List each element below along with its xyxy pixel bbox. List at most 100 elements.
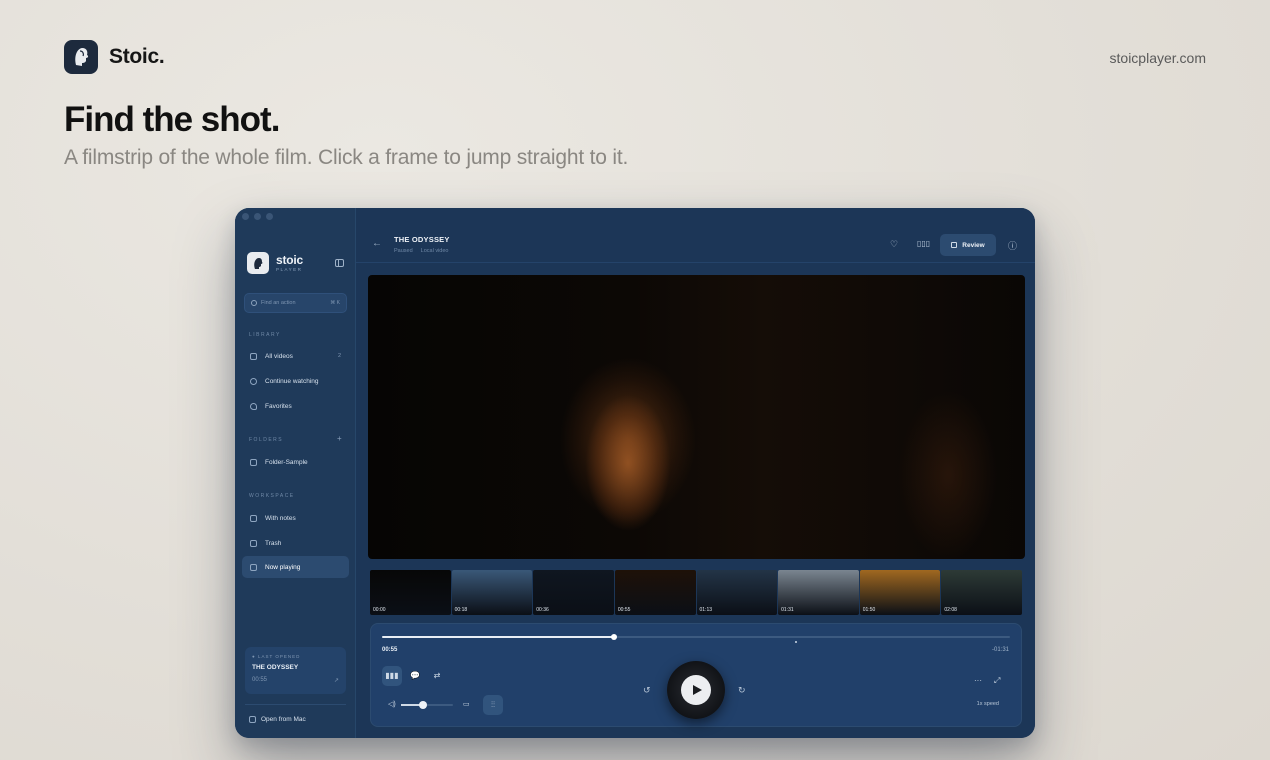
sidebar-item-label: Folder-Sample	[265, 458, 308, 466]
volume-icon[interactable]: ◁)	[388, 701, 396, 708]
heart-icon	[250, 402, 257, 410]
sidebar-item-label: All videos	[265, 352, 293, 360]
back-arrow-icon[interactable]: ←	[372, 238, 382, 249]
columns-icon: ▮▮▮	[385, 671, 399, 680]
loop-button[interactable]: ⇄	[427, 666, 447, 686]
open-folder-icon	[249, 716, 256, 723]
sidebar: stoic PLAYER Find an action ⌘ K LIBRARY …	[235, 208, 356, 738]
arrow-up-right-icon[interactable]: ↗	[334, 677, 339, 684]
app-logo-icon	[247, 252, 269, 274]
page-subtitle: A filmstrip of the whole film. Click a f…	[64, 146, 629, 169]
rewind-icon[interactable]: ↺	[643, 685, 651, 696]
minimize-dot[interactable]	[254, 213, 261, 220]
forward-icon[interactable]: ↻	[738, 685, 746, 696]
app-title: stoic	[276, 252, 304, 267]
sidebar-item-continue-watching[interactable]: Continue watching	[242, 370, 349, 392]
search-placeholder: Find an action	[261, 300, 296, 306]
filmstrip-frame[interactable]: 02:08	[941, 570, 1022, 615]
open-from-mac-button[interactable]: Open from Mac	[249, 716, 306, 723]
volume-slider[interactable]	[401, 701, 453, 709]
play-icon	[692, 685, 702, 695]
sidebar-item-with-notes[interactable]: With notes	[242, 507, 349, 529]
note-marker[interactable]	[795, 641, 797, 643]
maximize-dot[interactable]	[266, 213, 273, 220]
stoic-logo-icon	[64, 40, 98, 74]
main-area: ← THE ODYSSEY Paused Local video ♡ ▯▯▯ R…	[356, 208, 1035, 738]
section-workspace: WORKSPACE	[249, 493, 295, 499]
sliders-icon: ⫶⫶	[491, 700, 495, 709]
edit-icon	[951, 242, 958, 248]
filmstrip: 00:00 00:18 00:36 00:55 01:13 01:31 01:50 02:08	[370, 570, 1022, 615]
filmstrip-frame[interactable]: 00:55	[614, 570, 696, 615]
window-controls	[242, 213, 273, 220]
filmstrip-frame[interactable]: 01:31	[778, 570, 859, 615]
fullscreen-icon[interactable]: ⤢	[994, 677, 1000, 685]
search-input[interactable]: Find an action ⌘ K	[244, 293, 347, 313]
section-folders: FOLDERS	[249, 437, 284, 443]
close-dot[interactable]	[242, 213, 249, 220]
add-folder-icon[interactable]: +	[337, 434, 342, 443]
more-icon[interactable]: ···	[974, 677, 982, 685]
frame-time: 00:00	[373, 607, 386, 613]
video-meta: Paused Local video	[394, 248, 448, 254]
play-dial[interactable]	[667, 661, 725, 719]
filmstrip-frame[interactable]: 01:13	[696, 570, 778, 615]
sidebar-item-now-playing[interactable]: Now playing	[242, 556, 349, 578]
app-brand: stoic PLAYER	[247, 252, 303, 274]
sidebar-item-favorites[interactable]: Favorites	[242, 395, 349, 417]
video-frame-figure	[563, 383, 693, 559]
trash-icon	[250, 539, 257, 547]
search-icon	[251, 300, 257, 306]
progress-fill	[382, 636, 615, 638]
play-square-icon	[250, 563, 257, 571]
open-from-label: Open from Mac	[261, 716, 306, 723]
grid-icon	[250, 352, 257, 360]
sidebar-item-all-videos[interactable]: All videos 2	[242, 345, 349, 367]
speed-label[interactable]: 1x speed	[977, 701, 999, 707]
stats-icon[interactable]: ▯▯▯	[917, 239, 930, 248]
page-title: Find the shot.	[64, 100, 280, 139]
filmstrip-frame[interactable]: 00:18	[451, 570, 533, 615]
brand: Stoic.	[64, 40, 165, 74]
sidebar-item-label: With notes	[265, 514, 296, 522]
sidebar-divider	[245, 704, 346, 705]
frame-time: 01:31	[781, 607, 794, 613]
filmstrip-frame[interactable]: 01:50	[859, 570, 941, 615]
last-opened-tag: ● LAST OPENED	[252, 654, 301, 659]
sidebar-item-count: 2	[337, 353, 341, 359]
speech-bubble-icon: 💬	[410, 671, 420, 680]
play-button[interactable]	[681, 675, 711, 705]
subtitles-button[interactable]: 💬	[405, 666, 425, 686]
frame-time: 00:55	[617, 607, 631, 613]
video-title: THE ODYSSEY	[394, 235, 450, 244]
sidebar-toggle-icon[interactable]	[335, 259, 344, 267]
last-opened-time: 00:55 ↗	[252, 677, 339, 684]
filmstrip-toggle-button[interactable]: ▮▮▮	[382, 666, 402, 686]
player-controls: 00:55 -01:31 ▮▮▮ 💬 ⇄ ◁) ▭ ⫶⫶ ↺ ↻ ··· ⤢ 1…	[370, 623, 1022, 727]
current-time: 00:55	[382, 647, 398, 653]
video-topbar: ← THE ODYSSEY Paused Local video ♡ ▯▯▯ R…	[356, 208, 1035, 263]
filmstrip-frame[interactable]: 00:00	[370, 570, 451, 615]
review-button[interactable]: Review	[940, 234, 996, 256]
sidebar-item-trash[interactable]: Trash	[242, 532, 349, 554]
frame-time: 02:08	[944, 607, 957, 613]
equalizer-button[interactable]: ⫶⫶	[483, 695, 503, 715]
app-window: stoic PLAYER Find an action ⌘ K LIBRARY …	[235, 208, 1035, 738]
clock-icon	[250, 377, 257, 385]
heart-icon[interactable]: ♡	[890, 239, 898, 250]
sidebar-item-label: Now playing	[265, 563, 301, 571]
screen-icon[interactable]: ▭	[463, 701, 470, 708]
filmstrip-frame[interactable]: 00:36	[533, 570, 614, 615]
info-icon[interactable]: ⓘ	[1008, 239, 1017, 252]
video-player[interactable]	[368, 275, 1025, 559]
frame-time: 01:13	[699, 607, 713, 613]
sidebar-item-label: Trash	[265, 539, 282, 547]
site-link[interactable]: stoicplayer.com	[1110, 50, 1206, 66]
section-library: LIBRARY	[249, 332, 281, 338]
sidebar-item-label: Favorites	[265, 402, 292, 410]
progress-track[interactable]	[382, 633, 1010, 640]
sidebar-item-folder-sample[interactable]: Folder-Sample	[242, 451, 349, 473]
progress-knob[interactable]	[611, 633, 618, 640]
last-opened-card[interactable]: ● LAST OPENED THE ODYSSEY 00:55 ↗	[245, 647, 346, 694]
volume-knob[interactable]	[418, 701, 427, 709]
